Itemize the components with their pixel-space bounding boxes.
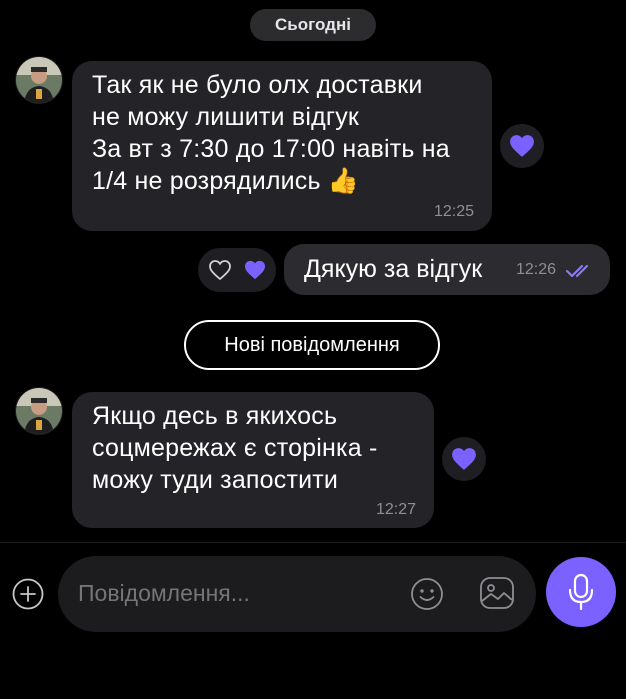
voice-record-button[interactable] <box>546 557 616 627</box>
reaction-badge[interactable] <box>500 124 544 168</box>
double-check-icon <box>566 265 588 277</box>
smiley-icon[interactable] <box>410 577 444 616</box>
message-bubble-outgoing[interactable]: Дякую за відгук 12:26 <box>284 244 610 295</box>
message-text: Так як не було олх доставки не можу лиши… <box>92 71 450 195</box>
reaction-badge[interactable] <box>442 437 486 481</box>
avatar[interactable] <box>16 57 62 103</box>
message-time: 12:25 <box>433 203 474 220</box>
new-messages-divider: Нові повідомлення <box>184 320 440 370</box>
heart-icon <box>510 135 534 157</box>
message-time: 12:27 <box>375 501 416 518</box>
composer-divider <box>0 542 626 543</box>
message-bubble[interactable]: Якщо десь в якихось соцмережах є сторінк… <box>72 392 434 528</box>
microphone-icon <box>568 573 594 611</box>
date-divider: Сьогодні <box>250 9 376 41</box>
message-input[interactable] <box>78 580 398 607</box>
avatar-photo <box>16 57 62 103</box>
image-icon[interactable] <box>479 576 515 615</box>
message-text: Якщо десь в якихось соцмережах є сторінк… <box>92 402 378 494</box>
heart-icon <box>452 448 476 470</box>
avatar[interactable] <box>16 388 62 434</box>
avatar-photo <box>16 388 62 434</box>
message-bubble[interactable]: Так як не було олх доставки не можу лиши… <box>72 61 492 231</box>
reaction-bar <box>198 248 276 292</box>
heart-icon[interactable] <box>244 260 266 285</box>
plus-circle-icon[interactable] <box>12 578 44 615</box>
heart-outline-icon[interactable] <box>208 259 232 286</box>
message-time: 12:26 <box>516 261 557 278</box>
message-composer <box>58 556 536 632</box>
message-text: Дякую за відгук <box>304 255 483 283</box>
